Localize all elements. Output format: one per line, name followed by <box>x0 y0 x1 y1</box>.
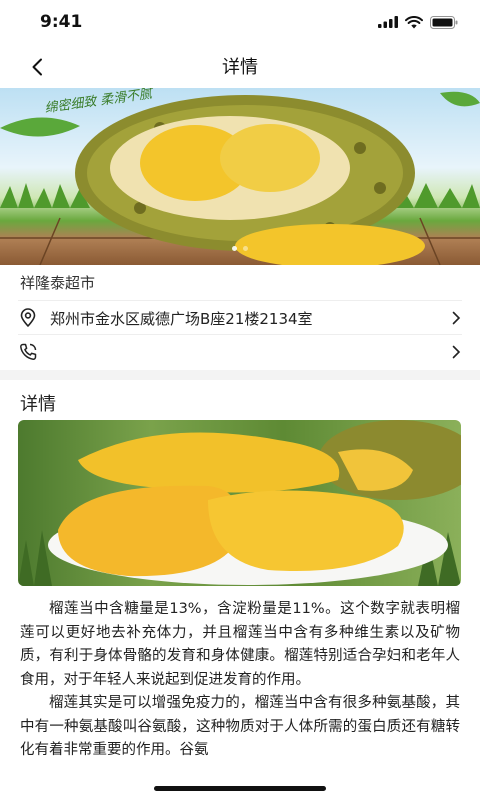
section-divider <box>0 370 480 380</box>
details-article: 榴莲当中含糖量是13%，含淀粉量是11%。这个数字就表明榴莲可以更好地去补充体力… <box>20 598 460 763</box>
durian-banner-image <box>0 91 480 265</box>
banner-carousel[interactable]: 绵密细致 柔滑不腻 <box>0 88 480 265</box>
article-paragraph: 榴莲其实是可以增强免疫力的，榴莲当中含有很多种氨基酸，其中有一种氨基酸叫谷氨酸，… <box>20 695 460 758</box>
home-indicator[interactable] <box>154 786 326 791</box>
carousel-indicator <box>0 246 480 251</box>
nav-bar: 详情 <box>0 44 480 88</box>
phone-icon <box>20 343 37 360</box>
wifi-icon <box>405 15 423 28</box>
address-text: 郑州市金水区威德广场B座21楼2134室 <box>50 309 313 328</box>
location-pin-icon <box>20 308 36 327</box>
carousel-dot <box>232 246 237 251</box>
address-row[interactable]: 郑州市金水区威德广场B座21楼2134室 <box>18 300 462 335</box>
phone-row[interactable] <box>18 334 462 369</box>
status-icons <box>378 15 458 29</box>
durian-detail-image <box>18 420 461 586</box>
chevron-right-icon <box>450 343 462 361</box>
store-name: 祥隆泰超市 <box>20 274 96 292</box>
chevron-left-icon <box>32 58 42 76</box>
chevron-right-icon <box>450 309 462 327</box>
battery-icon <box>430 15 458 29</box>
carousel-dot <box>243 246 248 251</box>
page-title: 详情 <box>222 57 258 78</box>
signal-icon <box>378 16 398 28</box>
details-heading: 详情 <box>20 394 56 415</box>
back-button[interactable] <box>22 52 52 82</box>
article-paragraph: 榴莲当中含糖量是13%，含淀粉量是11%。这个数字就表明榴莲可以更好地去补充体力… <box>20 601 460 688</box>
status-time: 9:41 <box>40 12 83 32</box>
status-bar: 9:41 <box>0 0 480 44</box>
